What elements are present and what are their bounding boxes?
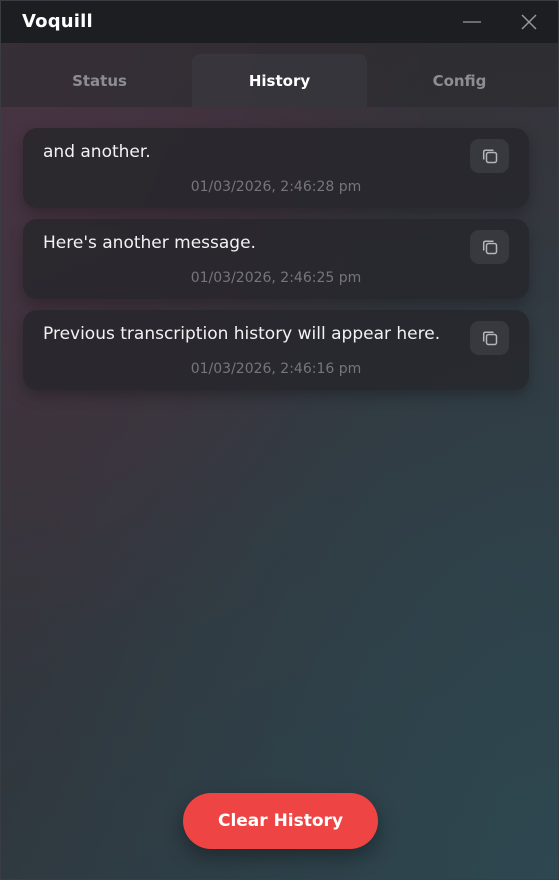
- copy-icon: [482, 149, 497, 164]
- history-item: Previous transcription history will appe…: [23, 310, 529, 390]
- title-bar[interactable]: Voquill: [1, 1, 558, 43]
- minimize-button[interactable]: [457, 7, 487, 37]
- copy-button[interactable]: [470, 321, 509, 355]
- history-item: Here's another message. 01/03/2026, 2:46…: [23, 219, 529, 299]
- close-button[interactable]: [514, 7, 544, 37]
- copy-icon: [482, 240, 497, 255]
- history-item-timestamp: 01/03/2026, 2:46:28 pm: [190, 179, 362, 195]
- copy-button[interactable]: [470, 230, 509, 264]
- app-window: Voquill Status History Config and anothe…: [0, 0, 559, 880]
- history-item-text: Previous transcription history will appe…: [43, 324, 441, 344]
- tab-status[interactable]: Status: [12, 54, 187, 107]
- history-item-text: Here's another message.: [43, 233, 256, 253]
- copy-button[interactable]: [470, 139, 509, 173]
- copy-icon: [482, 331, 497, 346]
- history-item-text: and another.: [43, 142, 151, 162]
- history-item: and another. 01/03/2026, 2:46:28 pm: [23, 128, 529, 208]
- tab-history[interactable]: History: [192, 54, 367, 107]
- clear-history-button[interactable]: Clear History: [183, 793, 378, 849]
- app-title: Voquill: [22, 11, 93, 32]
- history-item-timestamp: 01/03/2026, 2:46:16 pm: [190, 361, 362, 377]
- tab-bar: Status History Config: [1, 43, 558, 107]
- history-item-timestamp: 01/03/2026, 2:46:25 pm: [190, 270, 362, 286]
- minimize-icon: [463, 21, 481, 23]
- close-icon: [521, 14, 537, 30]
- tab-config[interactable]: Config: [372, 54, 547, 107]
